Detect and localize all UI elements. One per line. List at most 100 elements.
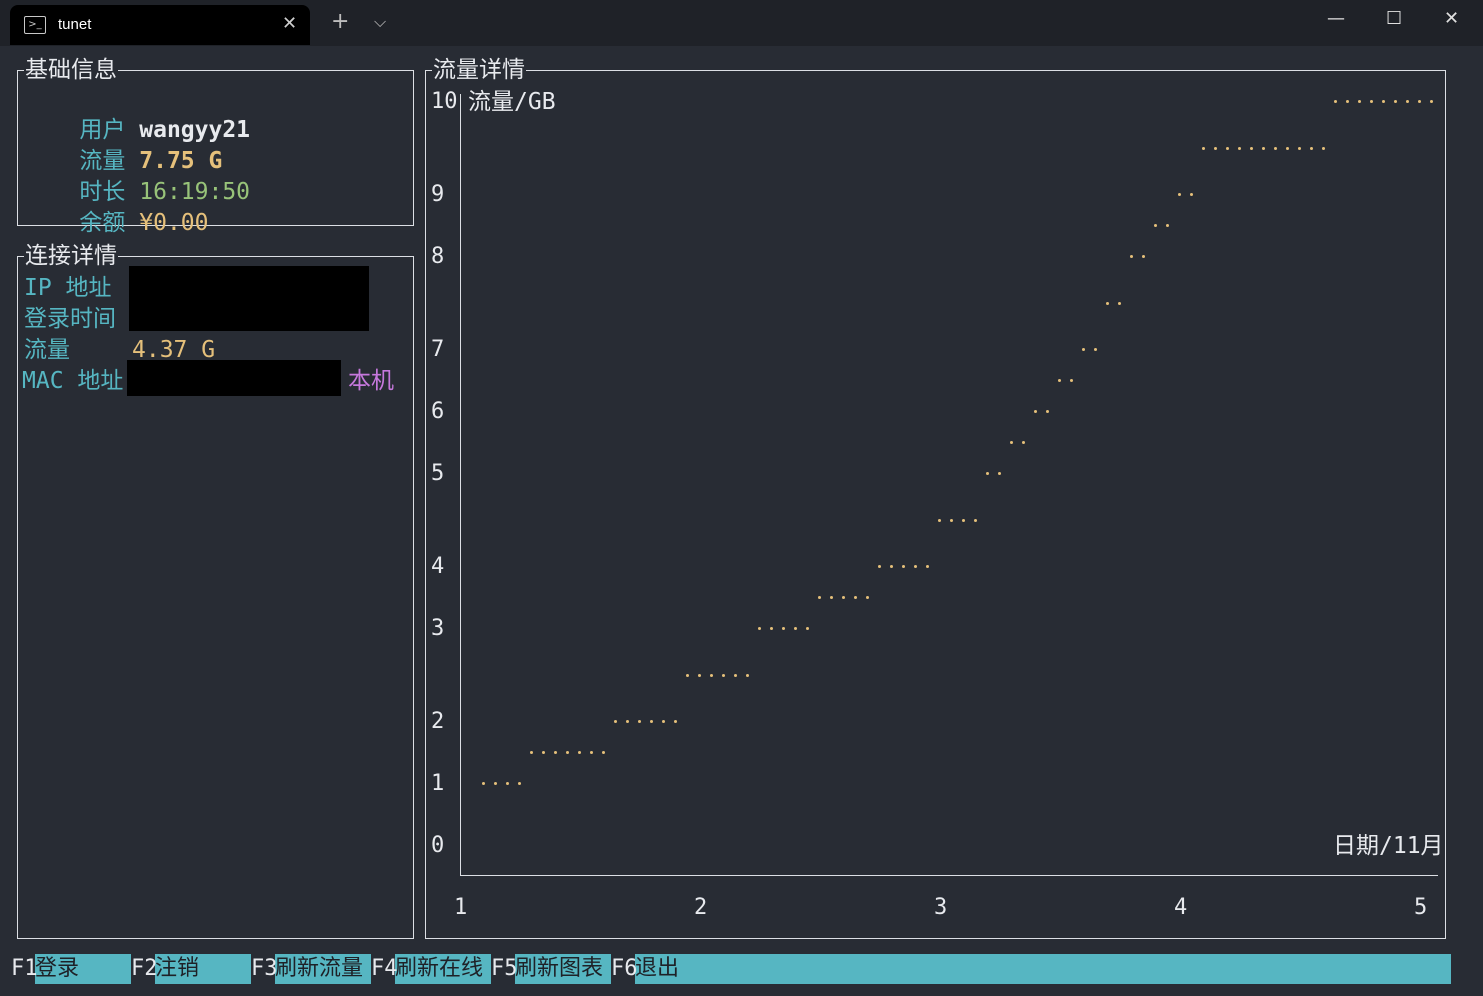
data-point <box>866 596 869 599</box>
x-axis <box>460 875 1438 876</box>
data-point <box>710 673 713 677</box>
data-point <box>902 565 905 568</box>
function-key-label[interactable]: 刷新在线 <box>395 954 483 984</box>
data-point <box>674 720 677 723</box>
panel-title: 流量详情 <box>432 56 526 84</box>
data-point <box>842 596 845 599</box>
data-point <box>938 518 941 522</box>
data-point <box>662 720 665 723</box>
close-icon[interactable]: ✕ <box>282 13 297 34</box>
function-key-label[interactable]: 注销 <box>155 954 199 984</box>
function-bar <box>11 954 1451 984</box>
y-tick-label: 9 <box>431 182 445 207</box>
data-point <box>1370 100 1373 103</box>
data-point <box>794 627 797 630</box>
data-point <box>1010 441 1013 444</box>
panel-title: 基础信息 <box>24 56 118 84</box>
data-point <box>518 782 521 785</box>
redacted-block <box>127 360 341 396</box>
data-point <box>1406 100 1409 103</box>
x-tick-label: 4 <box>1174 895 1188 920</box>
data-point <box>974 518 977 522</box>
x-axis-label: 日期/11月 <box>1333 833 1444 859</box>
data-point <box>1346 100 1349 103</box>
maximize-button[interactable]: ☐ <box>1386 8 1402 29</box>
data-point <box>830 596 833 599</box>
data-point <box>998 472 1001 475</box>
data-point <box>818 596 821 599</box>
data-point <box>1058 379 1061 382</box>
data-point <box>602 751 605 754</box>
function-key-f5[interactable]: F5 <box>491 954 518 984</box>
close-window-button[interactable]: ✕ <box>1444 8 1459 29</box>
y-tick-label: 10 <box>431 89 458 114</box>
y-tick-label: 7 <box>431 337 445 362</box>
data-point <box>1334 100 1337 103</box>
function-key-f2[interactable]: F2 <box>131 954 158 984</box>
y-axis <box>460 94 461 876</box>
data-point <box>1418 100 1421 103</box>
data-point <box>590 751 593 754</box>
data-point <box>1130 255 1133 258</box>
data-point <box>554 751 557 754</box>
data-point <box>962 518 965 522</box>
terminal-tab[interactable]: >_ tunet ✕ <box>10 5 310 45</box>
function-key-label[interactable]: 退出 <box>635 954 679 984</box>
data-point <box>566 751 569 754</box>
y-tick-label: 5 <box>431 461 445 486</box>
data-point <box>1310 146 1313 150</box>
data-point <box>1046 410 1049 413</box>
data-point <box>1118 301 1121 305</box>
data-point <box>1430 100 1433 103</box>
tab-title: tunet <box>58 16 92 33</box>
function-key-f1[interactable]: F1 <box>11 954 38 984</box>
title-bar: >_ tunet ✕ + ⌵ — ☐ ✕ <box>0 0 1483 46</box>
data-point <box>722 673 725 677</box>
function-key-label[interactable]: 刷新图表 <box>515 954 603 984</box>
data-point <box>1322 146 1325 150</box>
minimize-button[interactable]: — <box>1327 8 1345 29</box>
data-point <box>530 751 533 754</box>
y-tick-label: 3 <box>431 616 445 641</box>
function-key-f3[interactable]: F3 <box>251 954 278 984</box>
function-key-f4[interactable]: F4 <box>371 954 398 984</box>
function-key-label[interactable]: 刷新流量 <box>275 954 363 984</box>
function-key-label[interactable]: 登录 <box>35 954 79 984</box>
data-point <box>542 751 545 754</box>
terminal-icon: >_ <box>24 16 46 34</box>
data-point <box>746 673 749 677</box>
data-point <box>914 565 917 568</box>
data-point <box>482 782 485 785</box>
y-tick-label: 1 <box>431 771 445 796</box>
data-point <box>506 782 509 785</box>
x-tick-label: 3 <box>934 895 948 920</box>
data-point <box>758 627 761 630</box>
data-point <box>1166 224 1169 227</box>
data-point <box>1394 100 1397 103</box>
data-point <box>806 627 809 630</box>
data-point <box>638 720 641 723</box>
data-point <box>1274 146 1277 150</box>
data-point <box>1214 146 1217 150</box>
data-point <box>986 472 989 475</box>
data-point <box>1034 410 1037 413</box>
data-point <box>1154 224 1157 227</box>
basic-info-panel: 基础信息 用户 wangyy21 流量 7.75 G 时长 16:19:50 余… <box>17 56 414 236</box>
data-point <box>1238 146 1241 150</box>
new-tab-button[interactable]: + <box>331 9 349 34</box>
chart-panel: 流量详情 <box>425 56 1446 939</box>
data-point <box>578 751 581 754</box>
data-point <box>1358 100 1361 103</box>
data-point <box>1094 348 1097 351</box>
data-point <box>1070 379 1073 382</box>
data-point <box>494 782 497 785</box>
x-tick-label: 1 <box>454 895 468 920</box>
function-key-f6[interactable]: F6 <box>611 954 638 984</box>
data-point <box>854 596 857 599</box>
data-point <box>614 720 617 723</box>
data-point <box>698 673 701 677</box>
data-point <box>782 627 785 630</box>
chevron-down-icon[interactable]: ⌵ <box>374 12 386 32</box>
balance-value: ¥0.00 <box>139 210 209 236</box>
data-point <box>1250 146 1253 150</box>
